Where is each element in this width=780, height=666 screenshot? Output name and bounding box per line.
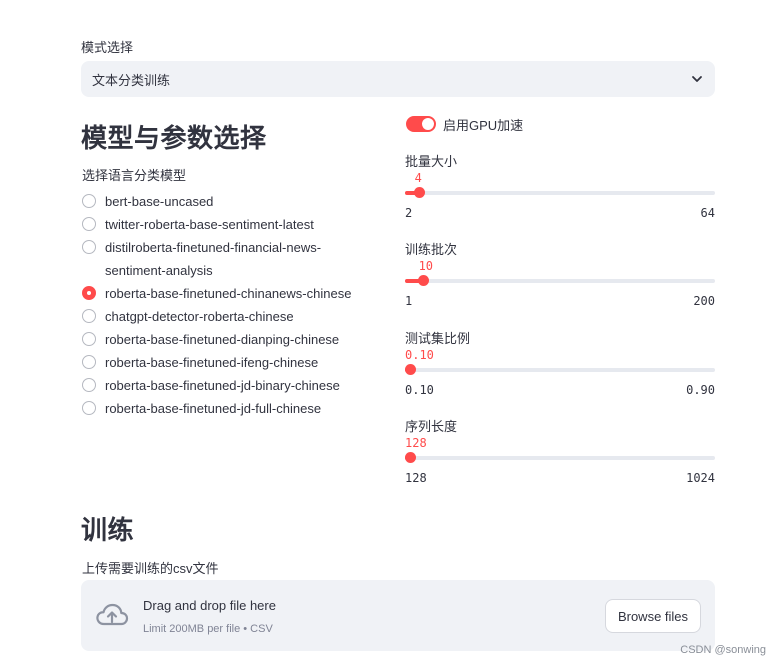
slider-label: 训练批次 — [405, 242, 458, 257]
radio-option-label: bert-base-uncased — [105, 194, 214, 209]
cloud-upload-icon — [96, 603, 129, 626]
slider-max: 0.90 — [686, 383, 715, 397]
radio-option-label: distilroberta-finetuned-financial-news-s… — [105, 240, 322, 278]
radio-circle-icon — [82, 286, 96, 300]
radio-option-label: roberta-base-finetuned-ifeng-chinese — [105, 355, 319, 370]
radio-circle-icon — [82, 240, 96, 254]
slider-max: 64 — [700, 206, 715, 220]
mode-label: 模式选择 — [81, 40, 134, 55]
drop-limit: Limit 200MB per file • CSV — [143, 623, 273, 635]
radio-circle-icon — [82, 309, 96, 323]
radio-option[interactable]: bert-base-uncased — [82, 190, 382, 213]
slider-value: 128 — [405, 436, 427, 450]
radio-option[interactable]: chatgpt-detector-roberta-chinese — [82, 305, 382, 328]
slider-1: 批量大小 4 2 64 — [405, 151, 715, 221]
watermark: CSDN @sonwing — [680, 644, 766, 656]
radio-option[interactable]: twitter-roberta-base-sentiment-latest — [82, 213, 382, 236]
radio-circle-icon — [82, 401, 96, 415]
slider-min: 2 — [405, 206, 413, 220]
radio-option-label: roberta-base-finetuned-jd-binary-chinese — [105, 378, 340, 393]
slider-2: 训练批次 10 1 200 — [405, 239, 715, 309]
radio-option-label: roberta-base-finetuned-chinanews-chinese — [105, 286, 352, 301]
radio-circle-icon — [82, 355, 96, 369]
slider-track[interactable] — [405, 368, 715, 372]
mode-select-value: 文本分类训练 — [92, 72, 171, 88]
slider-thumb[interactable] — [418, 275, 430, 286]
radio-option[interactable]: distilroberta-finetuned-financial-news-s… — [82, 236, 382, 282]
drop-title: Drag and drop file here — [143, 598, 276, 613]
model-radio-label: 选择语言分类模型 — [82, 168, 187, 183]
train-section-title: 训练 — [81, 516, 135, 546]
browse-files-button[interactable]: Browse files — [605, 599, 701, 633]
model-radio-group: bert-base-uncased twitter-roberta-base-se… — [82, 190, 382, 420]
slider-label: 测试集比例 — [405, 331, 471, 346]
radio-circle-icon — [82, 378, 96, 392]
slider-thumb[interactable] — [404, 452, 416, 463]
slider-thumb[interactable] — [404, 364, 416, 375]
slider-track[interactable] — [405, 191, 715, 195]
radio-option[interactable]: roberta-base-finetuned-jd-binary-chinese — [82, 374, 382, 397]
slider-label: 批量大小 — [405, 154, 458, 169]
slider-4: 序列长度 128 128 1024 — [404, 416, 715, 486]
upload-label: 上传需要训练的csv文件 — [82, 561, 219, 576]
radio-circle-icon — [82, 217, 96, 231]
toggle-knob — [422, 118, 434, 130]
radio-option-label: twitter-roberta-base-sentiment-latest — [105, 217, 314, 232]
slider-value: 0.10 — [405, 348, 434, 362]
slider-value: 10 — [418, 259, 434, 273]
radio-option[interactable]: roberta-base-finetuned-ifeng-chinese — [82, 351, 382, 374]
chevron-down-icon — [692, 76, 702, 82]
gpu-toggle[interactable] — [406, 116, 436, 132]
radio-option[interactable]: roberta-base-finetuned-chinanews-chinese — [82, 282, 382, 305]
slider-label: 序列长度 — [405, 419, 458, 434]
slider-min: 0.10 — [405, 383, 434, 397]
slider-max: 1024 — [686, 471, 715, 485]
slider-min: 1 — [405, 294, 413, 308]
radio-option-label: chatgpt-detector-roberta-chinese — [105, 309, 294, 324]
radio-option-label: roberta-base-finetuned-dianping-chinese — [105, 332, 340, 347]
slider-thumb[interactable] — [414, 187, 426, 198]
mode-select[interactable]: 文本分类训练 — [81, 61, 715, 97]
slider-min: 128 — [405, 471, 427, 485]
radio-option[interactable]: roberta-base-finetuned-jd-full-chinese — [82, 397, 382, 420]
slider-track[interactable] — [405, 456, 715, 460]
radio-option[interactable]: roberta-base-finetuned-dianping-chinese — [82, 328, 382, 351]
slider-track[interactable] — [405, 279, 715, 283]
radio-circle-icon — [82, 194, 96, 208]
radio-option-label: roberta-base-finetuned-jd-full-chinese — [105, 401, 322, 416]
slider-value: 4 — [414, 171, 422, 185]
slider-max: 200 — [693, 294, 715, 308]
gpu-toggle-label: 启用GPU加速 — [443, 118, 524, 133]
slider-3: 测试集比例 0.10 0.10 0.90 — [404, 328, 715, 398]
model-section-title: 模型与参数选择 — [81, 124, 267, 154]
file-dropzone[interactable]: Drag and drop file here Limit 200MB per … — [81, 580, 715, 651]
radio-circle-icon — [82, 332, 96, 346]
